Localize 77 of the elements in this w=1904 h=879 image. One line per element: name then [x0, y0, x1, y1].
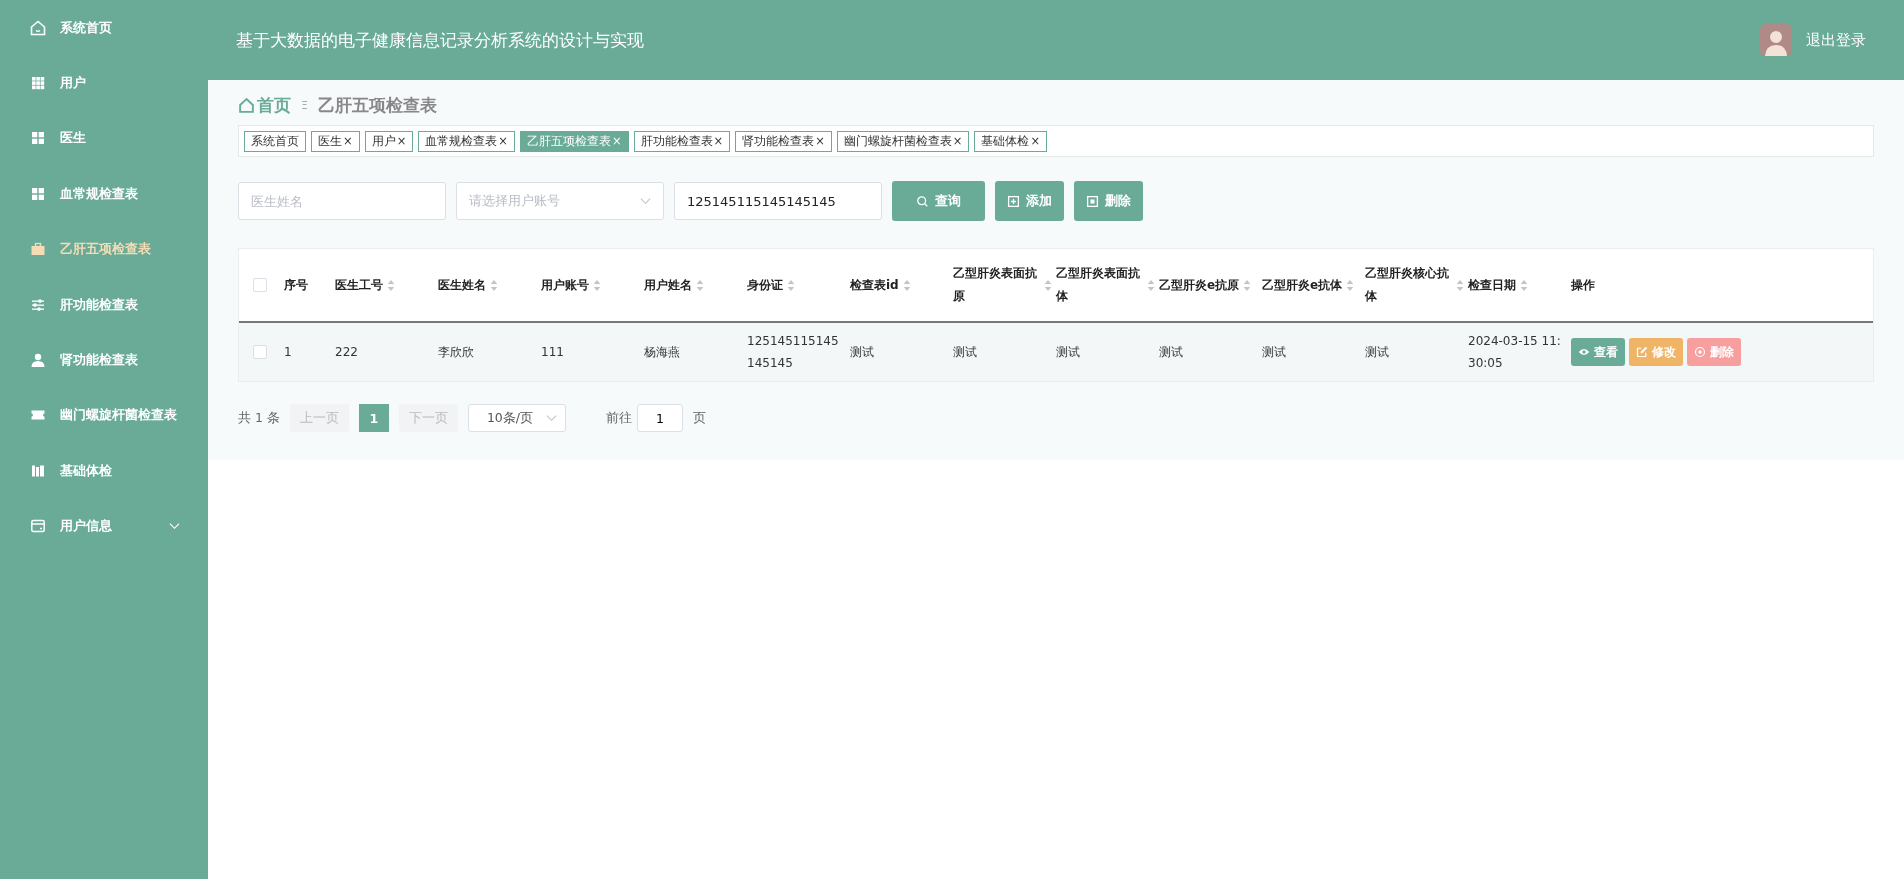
table-cell-text: 测试: [850, 344, 874, 361]
column-header[interactable]: 医生工号: [335, 249, 438, 321]
column-header[interactable]: 乙型肝炎e抗原: [1159, 249, 1262, 321]
doctor-name-field[interactable]: 医生姓名: [238, 182, 446, 220]
home-icon: [30, 19, 46, 36]
table-cell-text: 测试: [1056, 344, 1080, 361]
grid-icon: [30, 185, 46, 202]
column-header[interactable]: 乙型肝炎表面抗原: [953, 249, 1056, 321]
sort-icon[interactable]: [593, 278, 601, 292]
page-tag[interactable]: 肾功能检查表×: [735, 130, 832, 152]
home-icon: [238, 96, 255, 114]
row-checkbox[interactable]: [252, 345, 267, 359]
sort-icon[interactable]: [1346, 278, 1355, 292]
search-icon: [916, 194, 929, 208]
table-cell-text: 125145115145145145: [747, 333, 840, 372]
sort-icon[interactable]: [902, 278, 911, 292]
stop-icon: [1086, 194, 1099, 208]
table-cell-text: 2024-03-15 11:30:05: [1468, 333, 1562, 372]
sort-icon[interactable]: [1456, 278, 1464, 292]
sort-icon[interactable]: [696, 278, 704, 292]
column-header[interactable]: 用户姓名: [644, 249, 747, 321]
page-tag[interactable]: 用户×: [364, 130, 414, 152]
chevron-icon: [640, 197, 651, 205]
sort-icon[interactable]: [490, 278, 498, 292]
grid-icon: [30, 130, 46, 147]
sort-icon[interactable]: [1520, 278, 1528, 292]
briefcase-icon: [30, 241, 46, 258]
column-header[interactable]: 医生姓名: [438, 249, 541, 321]
sliders-icon: [30, 296, 46, 313]
column-header[interactable]: 检查日期: [1468, 249, 1571, 321]
page-tag[interactable]: 幽门螺旋杆菌检查表×: [836, 130, 970, 152]
card-icon: [30, 518, 46, 535]
eye-icon: [1578, 346, 1590, 358]
sort-icon[interactable]: [1243, 278, 1252, 292]
table-cell-text: 李欣欣: [438, 344, 474, 361]
page-tag[interactable]: 基础体检×: [974, 130, 1048, 152]
page-tag[interactable]: 系统首页: [244, 130, 306, 152]
plus-icon: [1007, 194, 1020, 208]
chevron-icon: [545, 414, 557, 422]
column-header: 操作: [1571, 276, 1596, 294]
select-all-checkbox[interactable]: [252, 278, 267, 292]
table-cell-text: 111: [541, 344, 564, 361]
table-cell-text: 测试: [953, 344, 977, 361]
table-cell-text: 测试: [1365, 344, 1389, 361]
column-header[interactable]: 乙型肝炎核心抗体: [1365, 249, 1468, 321]
table-cell-text: 222: [335, 344, 358, 361]
column-header[interactable]: 用户账号: [541, 249, 644, 321]
sort-icon[interactable]: [787, 278, 795, 292]
column-header: 序号: [284, 276, 309, 294]
page-tag[interactable]: 血常规检查表×: [418, 130, 515, 152]
column-header[interactable]: 检查表id: [850, 249, 953, 321]
grid-icon: [30, 75, 46, 92]
column-header[interactable]: 乙型肝炎表面抗体: [1056, 249, 1159, 321]
stop-icon: [1694, 346, 1706, 358]
page-unit-label: 页: [692, 409, 706, 427]
sort-icon[interactable]: [387, 278, 395, 292]
table-cell-text: 测试: [1159, 344, 1183, 361]
page-tag[interactable]: 医生×: [311, 130, 360, 152]
goto-label: 前往: [605, 409, 632, 427]
table-cell-text: 杨海燕: [644, 344, 680, 361]
sort-icon[interactable]: [1147, 278, 1155, 292]
breadcrumb-separator: Ξ: [301, 98, 308, 112]
total-count: 共 1 条: [238, 409, 280, 427]
table-cell-text: 测试: [1262, 344, 1286, 361]
page-tag[interactable]: 肝功能检查表×: [633, 130, 731, 152]
sort-icon[interactable]: [1044, 278, 1052, 292]
edit-icon: [1636, 346, 1648, 358]
column-header[interactable]: 乙型肝炎e抗体: [1262, 249, 1365, 321]
goto-page-field[interactable]: 1: [636, 404, 683, 432]
id-card-field[interactable]: 125145115145145145: [674, 182, 882, 220]
app-title: 基于大数据的电子健康信息记录分析系统的设计与实现: [236, 28, 644, 52]
person-icon: [30, 352, 46, 369]
table-cell-text: 1: [284, 344, 292, 361]
avatar: [1760, 24, 1792, 56]
breadcrumb-current: 乙肝五项检查表: [317, 93, 437, 117]
page-size-select[interactable]: 10条/页: [467, 404, 566, 432]
column-header[interactable]: 身份证: [747, 249, 850, 321]
